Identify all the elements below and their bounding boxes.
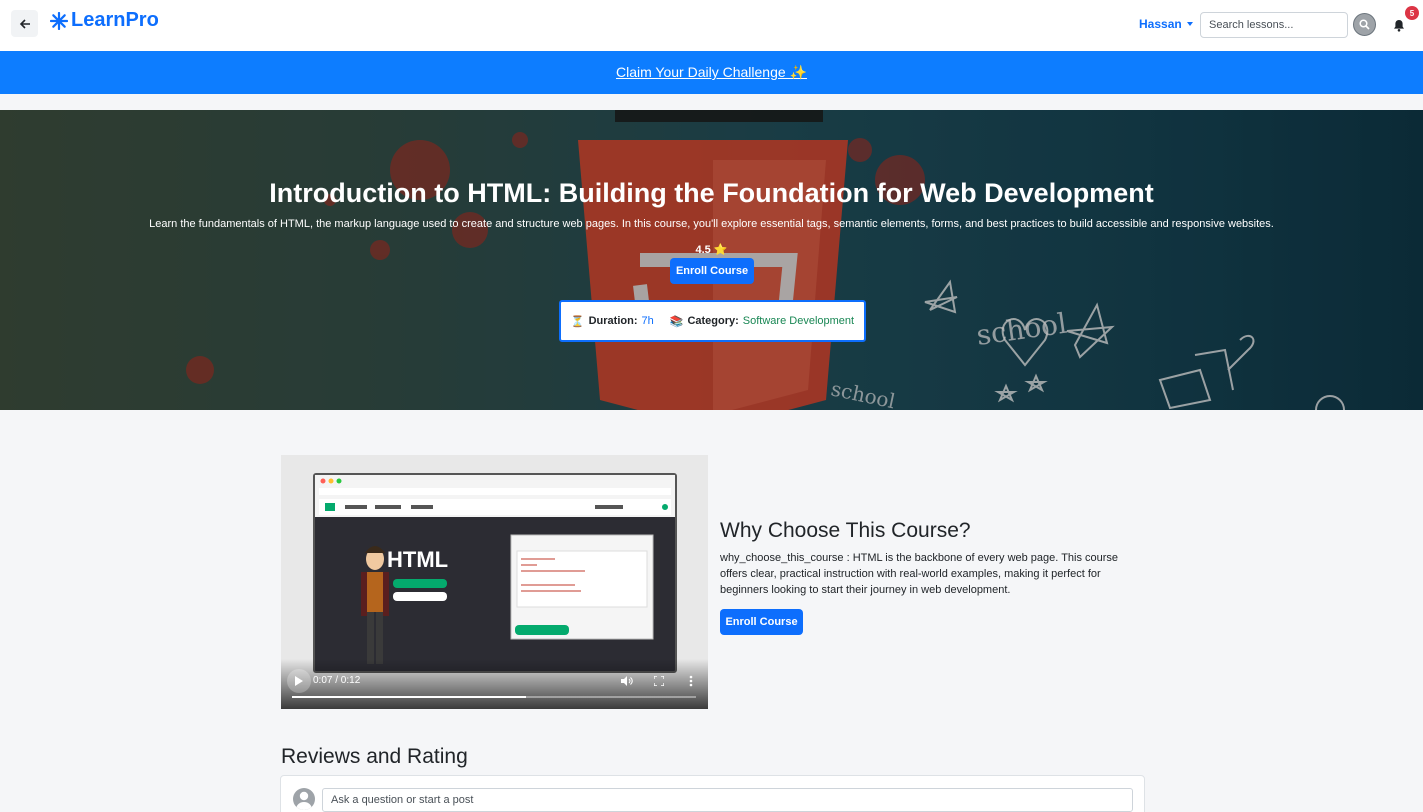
daily-challenge-link[interactable]: Claim Your Daily Challenge ✨	[616, 64, 807, 81]
course-hero: school school Introduction to HTML: Buil…	[0, 110, 1423, 410]
search-button[interactable]	[1353, 13, 1376, 36]
brand-link[interactable]: LearnPro	[49, 9, 159, 32]
back-arrow-icon	[19, 18, 30, 29]
books-icon: 📚	[669, 315, 684, 328]
user-avatar-icon	[296, 791, 312, 810]
category-label: Category:	[687, 315, 739, 327]
volume-button[interactable]	[620, 674, 634, 688]
duration-info: ⏳ Duration: 7h	[571, 315, 654, 328]
why-enroll-button[interactable]: Enroll Course	[720, 609, 803, 635]
reviews-title: Reviews and Rating	[281, 745, 468, 768]
review-post-card	[280, 775, 1145, 812]
video-scene-art: HTML	[319, 478, 671, 664]
notification-badge: 5	[1405, 6, 1419, 20]
course-info-box: ⏳ Duration: 7h 📚 Category: Software Deve…	[559, 300, 866, 342]
bell-icon	[1394, 19, 1404, 32]
play-button[interactable]	[287, 669, 311, 693]
video-progress-bar[interactable]	[292, 696, 696, 698]
volume-icon	[621, 676, 633, 686]
back-button[interactable]	[11, 10, 38, 37]
svg-text:HTML: HTML	[387, 547, 448, 572]
navbar: LearnPro Hassan 5	[0, 0, 1423, 51]
user-name: Hassan	[1139, 17, 1182, 31]
chevron-down-icon	[1186, 22, 1193, 26]
category-info: 📚 Category: Software Development	[670, 315, 854, 328]
course-video-player[interactable]: HTML 0:07 / 0:12	[281, 455, 708, 709]
hourglass-icon: ⏳	[570, 315, 585, 328]
why-choose-text: why_choose_this_course : HTML is the bac…	[720, 552, 1119, 596]
more-vertical-icon	[689, 675, 693, 687]
daily-challenge-banner: Claim Your Daily Challenge ✨	[0, 51, 1423, 94]
notifications-button[interactable]	[1389, 15, 1409, 35]
why-choose-title: Why Choose This Course?	[720, 519, 971, 542]
post-input[interactable]	[322, 788, 1133, 812]
more-options-button[interactable]	[684, 674, 698, 688]
search-input[interactable]	[1200, 12, 1348, 38]
fullscreen-button[interactable]	[652, 674, 666, 688]
video-progress-fill	[292, 696, 527, 698]
fullscreen-icon	[654, 676, 664, 686]
user-menu-dropdown[interactable]: Hassan	[1139, 17, 1193, 31]
course-rating: 4.5 ⭐	[0, 243, 1423, 256]
video-thumbnail: HTML	[313, 473, 677, 673]
course-description: Learn the fundamentals of HTML, the mark…	[149, 218, 1274, 230]
duration-label: Duration:	[588, 315, 638, 327]
category-value: Software Development	[742, 315, 855, 327]
rating-value: 4.5	[695, 244, 711, 256]
course-title: Introduction to HTML: Building the Found…	[269, 178, 1154, 208]
search-icon	[1359, 19, 1370, 30]
brand-name: LearnPro	[71, 9, 159, 31]
star-icon: ⭐	[713, 244, 728, 256]
hero-enroll-button[interactable]: Enroll Course	[670, 258, 754, 284]
logo-asterisk-icon	[49, 11, 69, 31]
play-icon	[295, 676, 303, 686]
video-time: 0:07 / 0:12	[313, 675, 361, 686]
duration-value: 7h	[641, 315, 654, 327]
avatar	[293, 788, 315, 810]
video-controls: 0:07 / 0:12	[281, 659, 708, 709]
